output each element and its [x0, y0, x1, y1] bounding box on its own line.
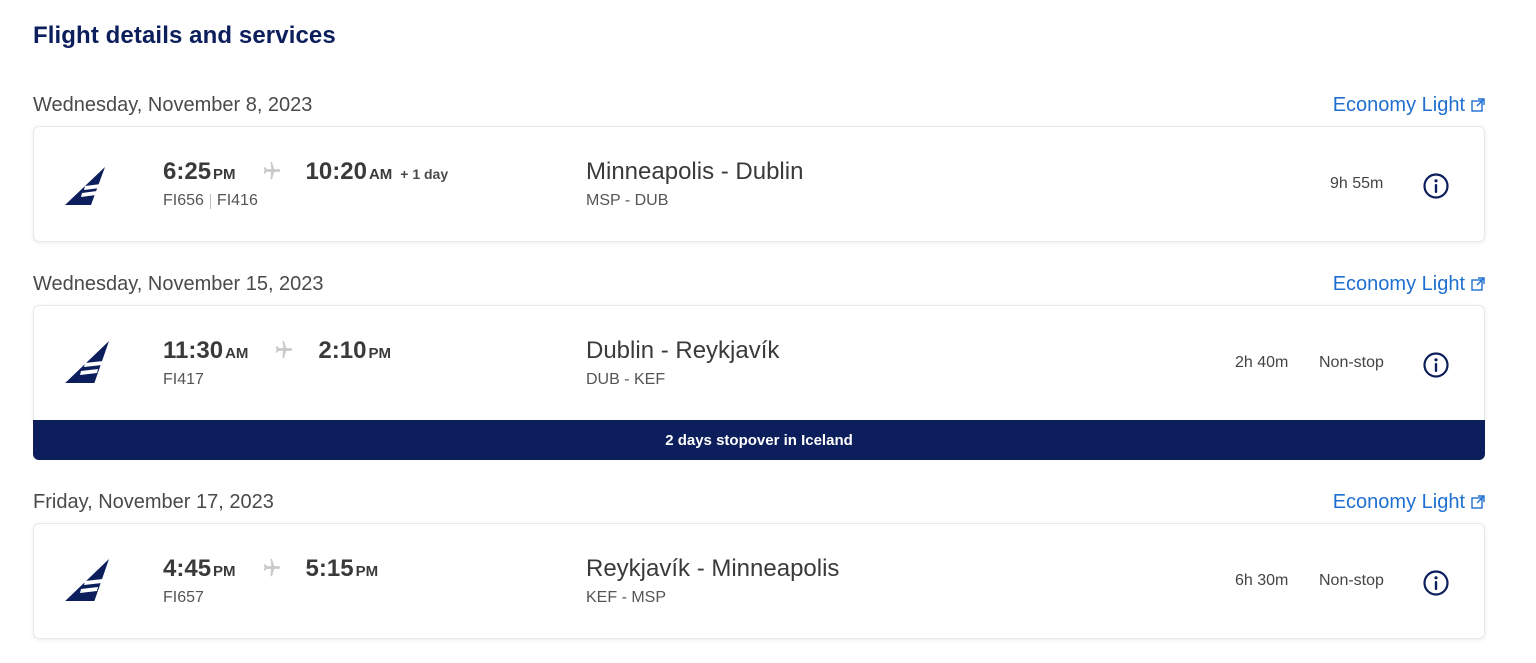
fare-type-label: Economy Light	[1332, 490, 1465, 513]
departure-ampm: PM	[213, 563, 236, 580]
fare-type-link[interactable]: Economy Light	[1333, 491, 1485, 514]
arrival-ampm: PM	[355, 563, 379, 580]
flight-card: 11:30 AM 2:10 PM FI417 Dublin - Reykjavík …	[33, 305, 1485, 421]
plane-icon	[260, 557, 282, 579]
segment-date: Wednesday, November 15, 2023	[33, 272, 324, 295]
departure-time: 6:25	[163, 158, 212, 185]
icelandair-tail-logo-icon	[65, 341, 109, 383]
flight-info-button[interactable]	[1422, 569, 1450, 597]
flight-duration: 6h 30m	[1235, 572, 1289, 589]
flight-times: 6:25 PM 10:20 AM + 1 day	[163, 157, 448, 186]
flight-times: 4:45 PM 5:15 PM	[163, 554, 378, 583]
external-link-icon	[1471, 98, 1485, 112]
segment-3-header: Friday, November 17, 2023 Economy Light	[33, 489, 1485, 515]
route-codes: MSP - DUB	[586, 192, 669, 209]
fare-type-label: Economy Light	[1332, 272, 1465, 295]
plus-day-badge: + 1 day	[400, 166, 449, 182]
flight-info-button[interactable]	[1422, 351, 1450, 379]
info-icon	[1423, 352, 1449, 378]
fare-type-link[interactable]: Economy Light	[1333, 94, 1485, 117]
flight-numbers: FI656 FI416	[163, 192, 258, 210]
flight-number: FI416	[216, 192, 258, 209]
arrival-time: 2:10	[318, 337, 367, 364]
arrival-time: 10:20	[305, 158, 367, 185]
stopover-banner: 2 days stopover in Iceland	[33, 420, 1485, 460]
route-cities: Dublin - Reykjavík	[586, 337, 780, 364]
segment-1-header: Wednesday, November 8, 2023 Economy Ligh…	[33, 92, 1485, 118]
flight-numbers: FI417	[163, 371, 204, 389]
fare-type-label: Economy Light	[1332, 93, 1465, 116]
stops-label: Non-stop	[1319, 572, 1384, 589]
plane-icon	[260, 160, 282, 182]
external-link-icon	[1471, 495, 1485, 509]
stops-label: Non-stop	[1319, 354, 1384, 371]
flight-info-button[interactable]	[1422, 172, 1450, 200]
departure-ampm: PM	[213, 166, 236, 183]
flight-card: 4:45 PM 5:15 PM FI657 Reykjavík - Minneapo…	[33, 523, 1485, 639]
info-icon	[1423, 173, 1449, 199]
fare-type-link[interactable]: Economy Light	[1333, 273, 1485, 296]
flight-duration: 9h 55m	[1330, 175, 1384, 192]
route-codes: KEF - MSP	[586, 589, 667, 606]
info-icon	[1423, 570, 1449, 596]
divider	[209, 193, 211, 209]
flight-card: 6:25 PM 10:20 AM + 1 day FI656 FI416 Minne…	[33, 126, 1485, 242]
arrival-ampm: AM	[368, 166, 393, 183]
icelandair-tail-logo-icon	[65, 559, 109, 601]
segment-date: Wednesday, November 8, 2023	[33, 93, 313, 116]
flight-number: FI417	[163, 371, 204, 388]
arrival-time: 5:15	[305, 555, 354, 582]
flight-duration: 2h 40m	[1235, 354, 1289, 371]
segment-date: Friday, November 17, 2023	[33, 490, 274, 513]
flight-number: FI657	[163, 589, 204, 606]
route-cities: Minneapolis - Dublin	[586, 158, 804, 185]
page-title: Flight details and services	[33, 22, 336, 49]
route-codes: DUB - KEF	[586, 371, 666, 388]
route-cities: Reykjavík - Minneapolis	[586, 555, 840, 582]
segment-2-header: Wednesday, November 15, 2023 Economy Lig…	[33, 271, 1485, 297]
flight-number: FI656	[163, 192, 204, 209]
arrival-ampm: PM	[368, 345, 391, 362]
plane-icon	[272, 339, 294, 361]
departure-time: 11:30	[163, 337, 224, 364]
departure-ampm: AM	[225, 345, 249, 362]
flight-details-page: Flight details and services Wednesday, N…	[0, 0, 1536, 663]
flight-times: 11:30 AM 2:10 PM	[163, 336, 391, 365]
external-link-icon	[1471, 277, 1485, 291]
departure-time: 4:45	[163, 555, 212, 582]
flight-numbers: FI657	[163, 589, 204, 607]
icelandair-tail-logo-icon	[65, 167, 105, 205]
